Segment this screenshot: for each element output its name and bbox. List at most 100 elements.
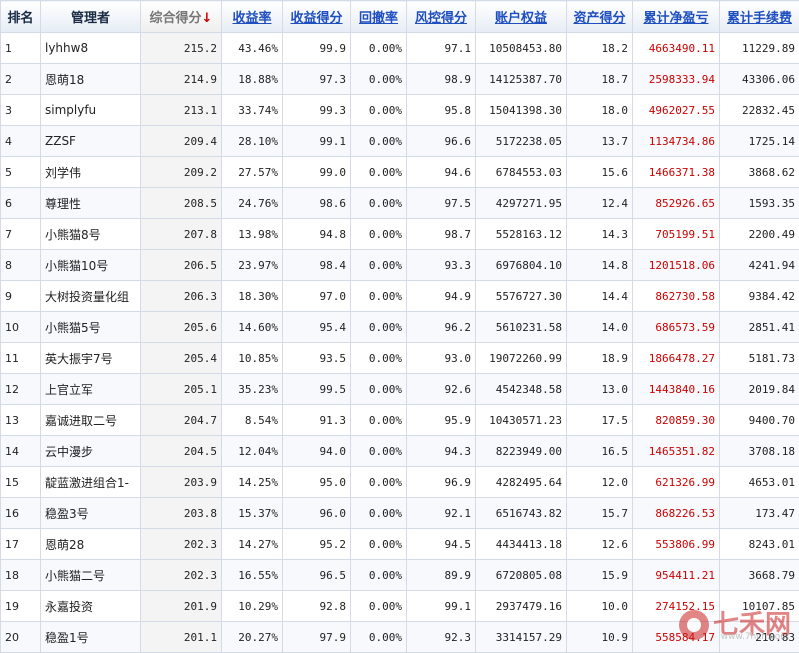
cell-equity: 6976804.10 — [476, 250, 567, 281]
cell-fees: 3668.79 — [720, 560, 799, 591]
col-header-net-profit[interactable]: 累计净盈亏 — [633, 1, 720, 33]
cell-risk-score: 98.7 — [407, 219, 476, 250]
cell-fees: 8243.01 — [720, 529, 799, 560]
cell-score: 208.5 — [141, 188, 222, 219]
col-header-rank: 排名 — [1, 1, 41, 33]
cell-return-score: 99.5 — [283, 374, 351, 405]
cell-rank: 12 — [1, 374, 41, 405]
cell-drawdown: 0.00% — [351, 250, 407, 281]
cell-net-profit: 558584.17 — [633, 622, 720, 653]
cell-return-rate: 43.46% — [222, 33, 283, 64]
cell-drawdown: 0.00% — [351, 622, 407, 653]
cell-equity: 5610231.58 — [476, 312, 567, 343]
cell-return-rate: 10.85% — [222, 343, 283, 374]
cell-rank: 17 — [1, 529, 41, 560]
cell-manager: 云中漫步 — [41, 436, 141, 467]
cell-risk-score: 89.9 — [407, 560, 476, 591]
cell-fees: 22832.45 — [720, 95, 799, 126]
cell-equity: 10430571.23 — [476, 405, 567, 436]
cell-net-profit: 2598333.94 — [633, 64, 720, 95]
cell-fees: 210.83 — [720, 622, 799, 653]
cell-fees: 9400.70 — [720, 405, 799, 436]
cell-fees: 3708.18 — [720, 436, 799, 467]
cell-asset-score: 18.2 — [567, 33, 633, 64]
cell-equity: 5172238.05 — [476, 126, 567, 157]
col-header-return-rate[interactable]: 收益率 — [222, 1, 283, 33]
cell-asset-score: 16.5 — [567, 436, 633, 467]
cell-return-score: 95.2 — [283, 529, 351, 560]
cell-equity: 19072260.99 — [476, 343, 567, 374]
cell-asset-score: 14.8 — [567, 250, 633, 281]
cell-drawdown: 0.00% — [351, 374, 407, 405]
cell-fees: 1593.35 — [720, 188, 799, 219]
cell-net-profit: 868226.53 — [633, 498, 720, 529]
cell-net-profit: 954411.21 — [633, 560, 720, 591]
col-header-return-score[interactable]: 收益得分 — [283, 1, 351, 33]
cell-manager: 上官立军 — [41, 374, 141, 405]
cell-net-profit: 852926.65 — [633, 188, 720, 219]
cell-equity: 5576727.30 — [476, 281, 567, 312]
cell-manager: 稳盈3号 — [41, 498, 141, 529]
sort-desc-arrow-icon: ↓ — [202, 11, 213, 26]
cell-equity: 15041398.30 — [476, 95, 567, 126]
col-header-risk-score[interactable]: 风控得分 — [407, 1, 476, 33]
cell-asset-score: 12.4 — [567, 188, 633, 219]
table-row: 18小熊猫二号202.316.55%96.50.00%89.96720805.0… — [1, 560, 799, 591]
col-header-fees[interactable]: 累计手续费 — [720, 1, 799, 33]
cell-manager: 刘学伟 — [41, 157, 141, 188]
cell-fees: 4241.94 — [720, 250, 799, 281]
cell-asset-score: 14.4 — [567, 281, 633, 312]
cell-manager: 小熊猫5号 — [41, 312, 141, 343]
cell-return-score: 97.0 — [283, 281, 351, 312]
cell-net-profit: 1866478.27 — [633, 343, 720, 374]
cell-rank: 4 — [1, 126, 41, 157]
cell-return-rate: 8.54% — [222, 405, 283, 436]
cell-return-rate: 14.27% — [222, 529, 283, 560]
cell-score: 204.5 — [141, 436, 222, 467]
cell-manager: 恩萌28 — [41, 529, 141, 560]
cell-return-rate: 13.98% — [222, 219, 283, 250]
cell-risk-score: 94.6 — [407, 157, 476, 188]
col-header-equity[interactable]: 账户权益 — [476, 1, 567, 33]
cell-fees: 11229.89 — [720, 33, 799, 64]
cell-score: 201.1 — [141, 622, 222, 653]
col-header-score[interactable]: 综合得分↓ — [141, 1, 222, 33]
cell-asset-score: 14.3 — [567, 219, 633, 250]
cell-return-rate: 18.88% — [222, 64, 283, 95]
cell-equity: 8223949.00 — [476, 436, 567, 467]
cell-score: 209.4 — [141, 126, 222, 157]
cell-rank: 11 — [1, 343, 41, 374]
table-row: 7小熊猫8号207.813.98%94.80.00%98.75528163.12… — [1, 219, 799, 250]
cell-equity: 4282495.64 — [476, 467, 567, 498]
cell-net-profit: 1201518.06 — [633, 250, 720, 281]
table-body: 1lyhhw8215.243.46%99.90.00%97.110508453.… — [1, 33, 799, 653]
cell-fees: 2019.84 — [720, 374, 799, 405]
cell-net-profit: 862730.58 — [633, 281, 720, 312]
cell-return-score: 97.9 — [283, 622, 351, 653]
cell-fees: 9384.42 — [720, 281, 799, 312]
cell-risk-score: 94.5 — [407, 529, 476, 560]
table-row: 12上官立军205.135.23%99.50.00%92.64542348.58… — [1, 374, 799, 405]
cell-net-profit: 621326.99 — [633, 467, 720, 498]
cell-drawdown: 0.00% — [351, 560, 407, 591]
cell-drawdown: 0.00% — [351, 188, 407, 219]
cell-drawdown: 0.00% — [351, 436, 407, 467]
cell-score: 203.8 — [141, 498, 222, 529]
cell-return-score: 98.6 — [283, 188, 351, 219]
cell-return-score: 98.4 — [283, 250, 351, 281]
col-header-asset-score[interactable]: 资产得分 — [567, 1, 633, 33]
cell-return-score: 95.0 — [283, 467, 351, 498]
col-header-manager: 管理者 — [41, 1, 141, 33]
cell-manager: 小熊猫10号 — [41, 250, 141, 281]
col-header-score-label: 综合得分 — [150, 11, 202, 26]
table-row: 17恩萌28202.314.27%95.20.00%94.54434413.18… — [1, 529, 799, 560]
cell-asset-score: 18.7 — [567, 64, 633, 95]
cell-manager: 稳盈1号 — [41, 622, 141, 653]
cell-manager: 尊理性 — [41, 188, 141, 219]
cell-rank: 5 — [1, 157, 41, 188]
cell-net-profit: 820859.30 — [633, 405, 720, 436]
table-row: 5刘学伟209.227.57%99.00.00%94.66784553.0315… — [1, 157, 799, 188]
cell-net-profit: 4962027.55 — [633, 95, 720, 126]
col-header-drawdown[interactable]: 回撤率 — [351, 1, 407, 33]
table-row: 2恩萌18214.918.88%97.30.00%98.914125387.70… — [1, 64, 799, 95]
